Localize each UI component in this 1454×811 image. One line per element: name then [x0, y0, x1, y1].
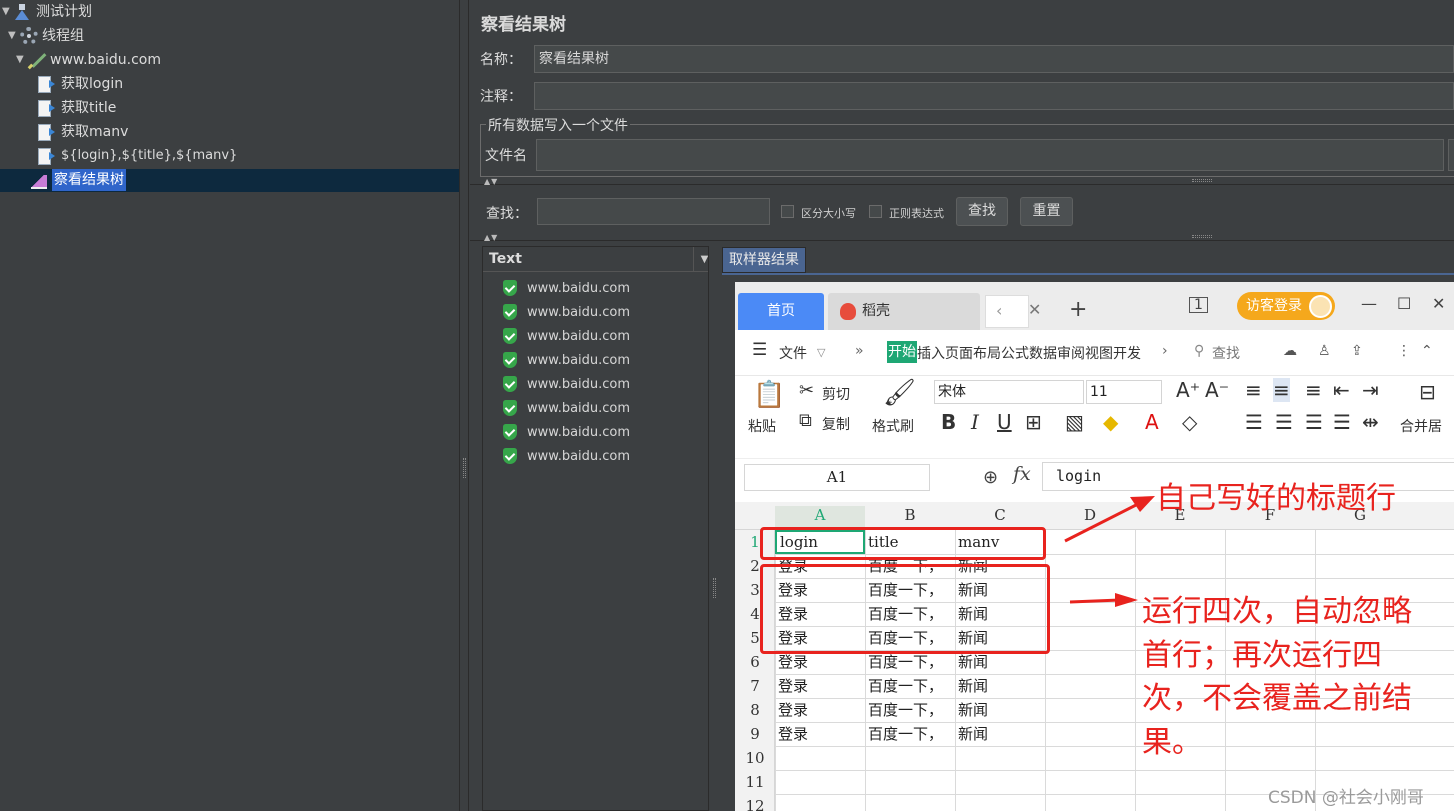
jmeter-window: ▼ 测试计划 ▼ 线程组 ▼ www.baidu.com 获取login 获取t…	[0, 0, 1454, 811]
arrowhead	[1115, 593, 1138, 607]
header-annotation: 自己写好的标题行	[1156, 481, 1396, 516]
run-annotation-line: 果。	[1142, 725, 1202, 760]
run-annotation-line: 首行；再次运行四	[1142, 638, 1382, 673]
arrow-line	[1064, 501, 1141, 543]
run-annotation-line: 运行四次，自动忽略	[1142, 594, 1412, 629]
arrowhead	[1130, 496, 1155, 512]
watermark: CSDN @社会小刚哥	[1268, 788, 1424, 808]
arrow-line	[1069, 598, 1121, 604]
run-annotation-line: 次，不会覆盖之前结	[1142, 681, 1412, 716]
